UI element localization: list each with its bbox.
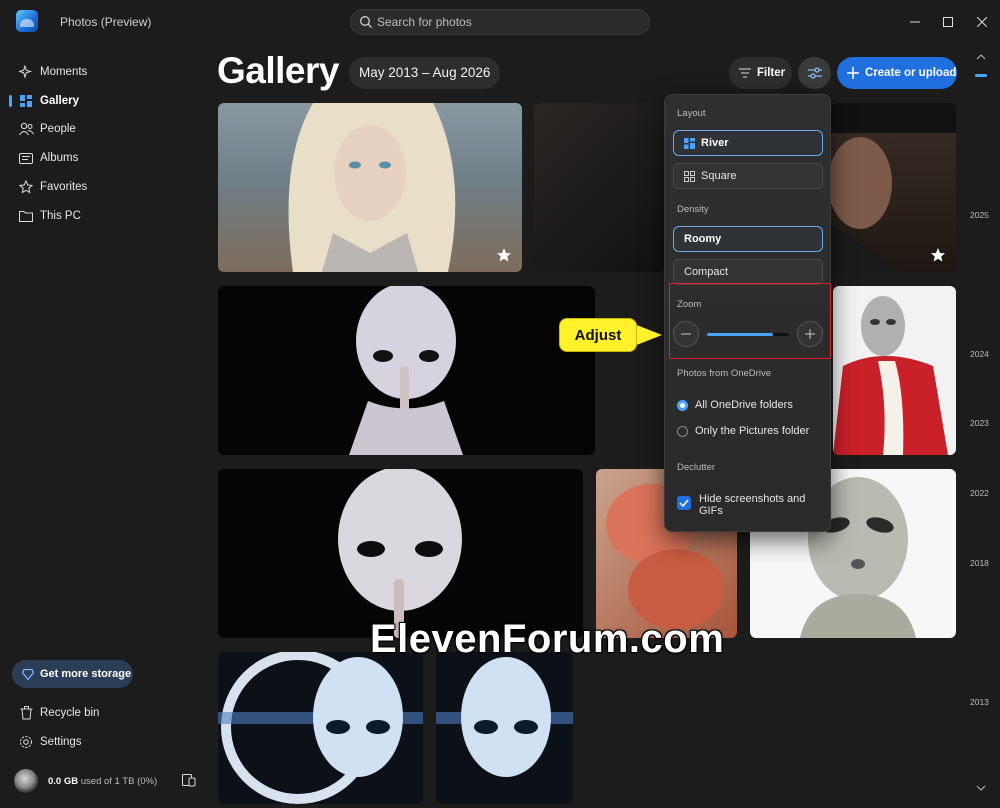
onedrive-option-all-folders[interactable]: All OneDrive folders [677, 399, 793, 411]
onedrive-option-pictures-folder[interactable]: Only the Pictures folder [677, 425, 809, 437]
timeline-year[interactable]: 2023 [970, 418, 989, 428]
radio-selected-icon [677, 399, 688, 411]
photo-tile[interactable] [218, 286, 595, 455]
onedrive-option-label: Only the Pictures folder [695, 425, 810, 437]
onedrive-option-label: All OneDrive folders [695, 399, 793, 411]
layout-option-label: River [701, 137, 729, 149]
timeline-year[interactable]: 2024 [970, 349, 989, 359]
zoom-highlight-box [669, 283, 831, 359]
photo-tile[interactable] [436, 652, 573, 804]
timeline-year[interactable]: 2022 [970, 488, 989, 498]
radio-unselected-icon [677, 425, 688, 437]
photo-tile[interactable] [218, 652, 423, 804]
photo-gallery [0, 0, 1000, 808]
photo-tile[interactable] [218, 469, 583, 638]
density-option-label: Compact [684, 266, 729, 278]
checkbox-checked-icon [677, 496, 691, 510]
callout-arrow [634, 324, 662, 346]
photo-thumbnail [338, 469, 462, 638]
timeline-up-icon[interactable] [976, 54, 986, 60]
hide-screenshots-label: Hide screenshots and GIFs [699, 493, 806, 517]
layout-option-label: Square [701, 170, 737, 182]
square-layout-icon [684, 170, 695, 182]
density-option-compact[interactable]: Compact [673, 259, 823, 285]
photo-thumbnail [349, 286, 463, 455]
photo-thumbnail [288, 103, 456, 272]
density-option-roomy[interactable]: Roomy [673, 226, 823, 252]
layout-heading: Layout [677, 108, 706, 119]
photo-thumbnail [833, 296, 948, 455]
photo-thumbnail [436, 657, 573, 777]
river-layout-icon [684, 137, 695, 149]
hide-screenshots-checkbox[interactable]: Hide screenshots and GIFs [677, 493, 822, 517]
photo-tile[interactable] [830, 103, 956, 272]
declutter-heading: Declutter [677, 462, 716, 473]
favorite-star-icon[interactable] [496, 247, 512, 263]
timeline-year[interactable]: 2013 [970, 697, 989, 707]
photo-tile[interactable] [218, 103, 522, 272]
watermark: ElevenForum.com [370, 617, 725, 661]
density-heading: Density [677, 204, 709, 215]
timeline-scrubber[interactable] [975, 74, 987, 77]
view-options-popup: Layout River Square Density Roomy Compac… [664, 94, 831, 532]
layout-option-square[interactable]: Square [673, 163, 823, 189]
timeline-year[interactable]: 2018 [970, 558, 989, 568]
timeline-year[interactable]: 2025 [970, 210, 989, 220]
adjust-callout: Adjust [559, 318, 637, 352]
layout-option-river[interactable]: River [673, 130, 823, 156]
photo-tile[interactable] [534, 103, 664, 272]
timeline-down-icon[interactable] [976, 785, 986, 791]
density-option-label: Roomy [684, 233, 722, 245]
onedrive-heading: Photos from OneDrive [677, 368, 771, 379]
favorite-star-icon[interactable] [930, 247, 946, 263]
photo-tile[interactable] [833, 286, 956, 455]
photo-thumbnail [218, 652, 423, 804]
